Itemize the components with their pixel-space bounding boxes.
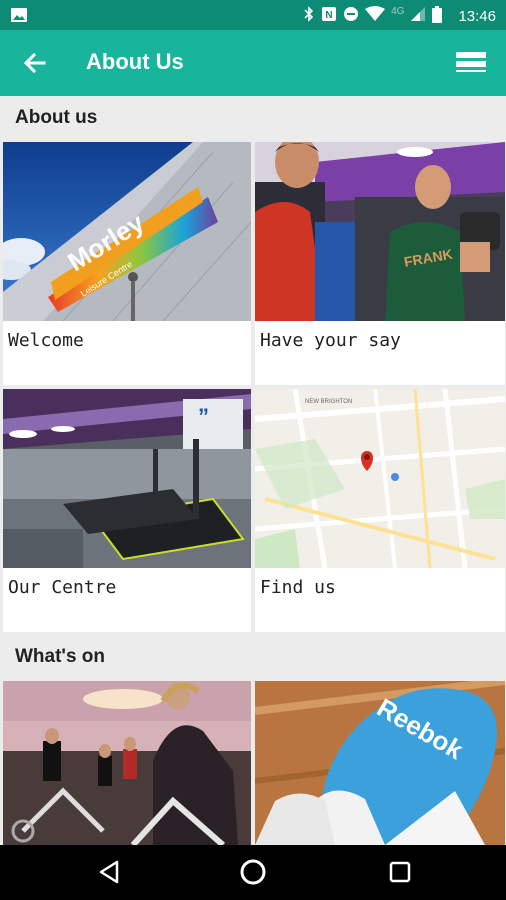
image-icon [10, 6, 28, 29]
morley-leisure-centre-image: Morley Leisure Centre [3, 142, 251, 321]
tile-label-our-centre: Our Centre [8, 577, 117, 598]
battery-icon [432, 5, 443, 27]
bluetooth-icon [303, 5, 315, 27]
svg-text:”: ” [198, 404, 209, 429]
menu-icon[interactable] [456, 50, 488, 74]
status-bar: N 4G 13:46 [0, 0, 506, 30]
home-circle-icon[interactable] [238, 857, 268, 887]
section-title-about-us: About us [15, 107, 98, 128]
map-image: NEW BRIGHTON [255, 389, 505, 568]
tile-have-your-say[interactable]: FRANK Have your say [255, 142, 505, 385]
nfc-icon: N [321, 6, 337, 26]
tile-welcome[interactable]: Morley Leisure Centre Welcome [3, 142, 251, 385]
gym-treadmills-image: ” [3, 389, 251, 568]
tile-label-have-your-say: Have your say [260, 330, 401, 351]
gym-members-image: FRANK [255, 142, 505, 321]
tile-our-centre[interactable]: ” Our Centre [3, 389, 251, 632]
page-title: About Us [86, 49, 184, 74]
app-bar: About Us [0, 30, 506, 96]
map-area-label: NEW BRIGHTON [305, 399, 352, 405]
tile-find-us[interactable]: NEW BRIGHTON Find us [255, 389, 505, 632]
tile-label-find-us: Find us [260, 577, 336, 598]
do-not-disturb-icon [343, 6, 359, 26]
arrow-left-icon[interactable] [20, 48, 50, 78]
reebok-boxing-glove-image: Reebok [255, 681, 505, 845]
recents-square-icon[interactable] [385, 857, 415, 887]
system-nav-bar [0, 845, 506, 900]
network-type: 4G [391, 5, 405, 17]
tile-label-welcome: Welcome [8, 330, 84, 351]
tile-reebok-boxing[interactable]: Reebok [255, 681, 505, 845]
svg-text:N: N [325, 10, 332, 21]
section-title-whats-on: What's on [15, 646, 106, 667]
tile-spin-class[interactable] [3, 681, 251, 845]
signal-icon [410, 6, 426, 26]
spin-class-image [3, 681, 251, 845]
wifi-icon [365, 6, 386, 26]
back-triangle-icon[interactable] [95, 857, 125, 887]
clock: 13:46 [458, 7, 496, 25]
